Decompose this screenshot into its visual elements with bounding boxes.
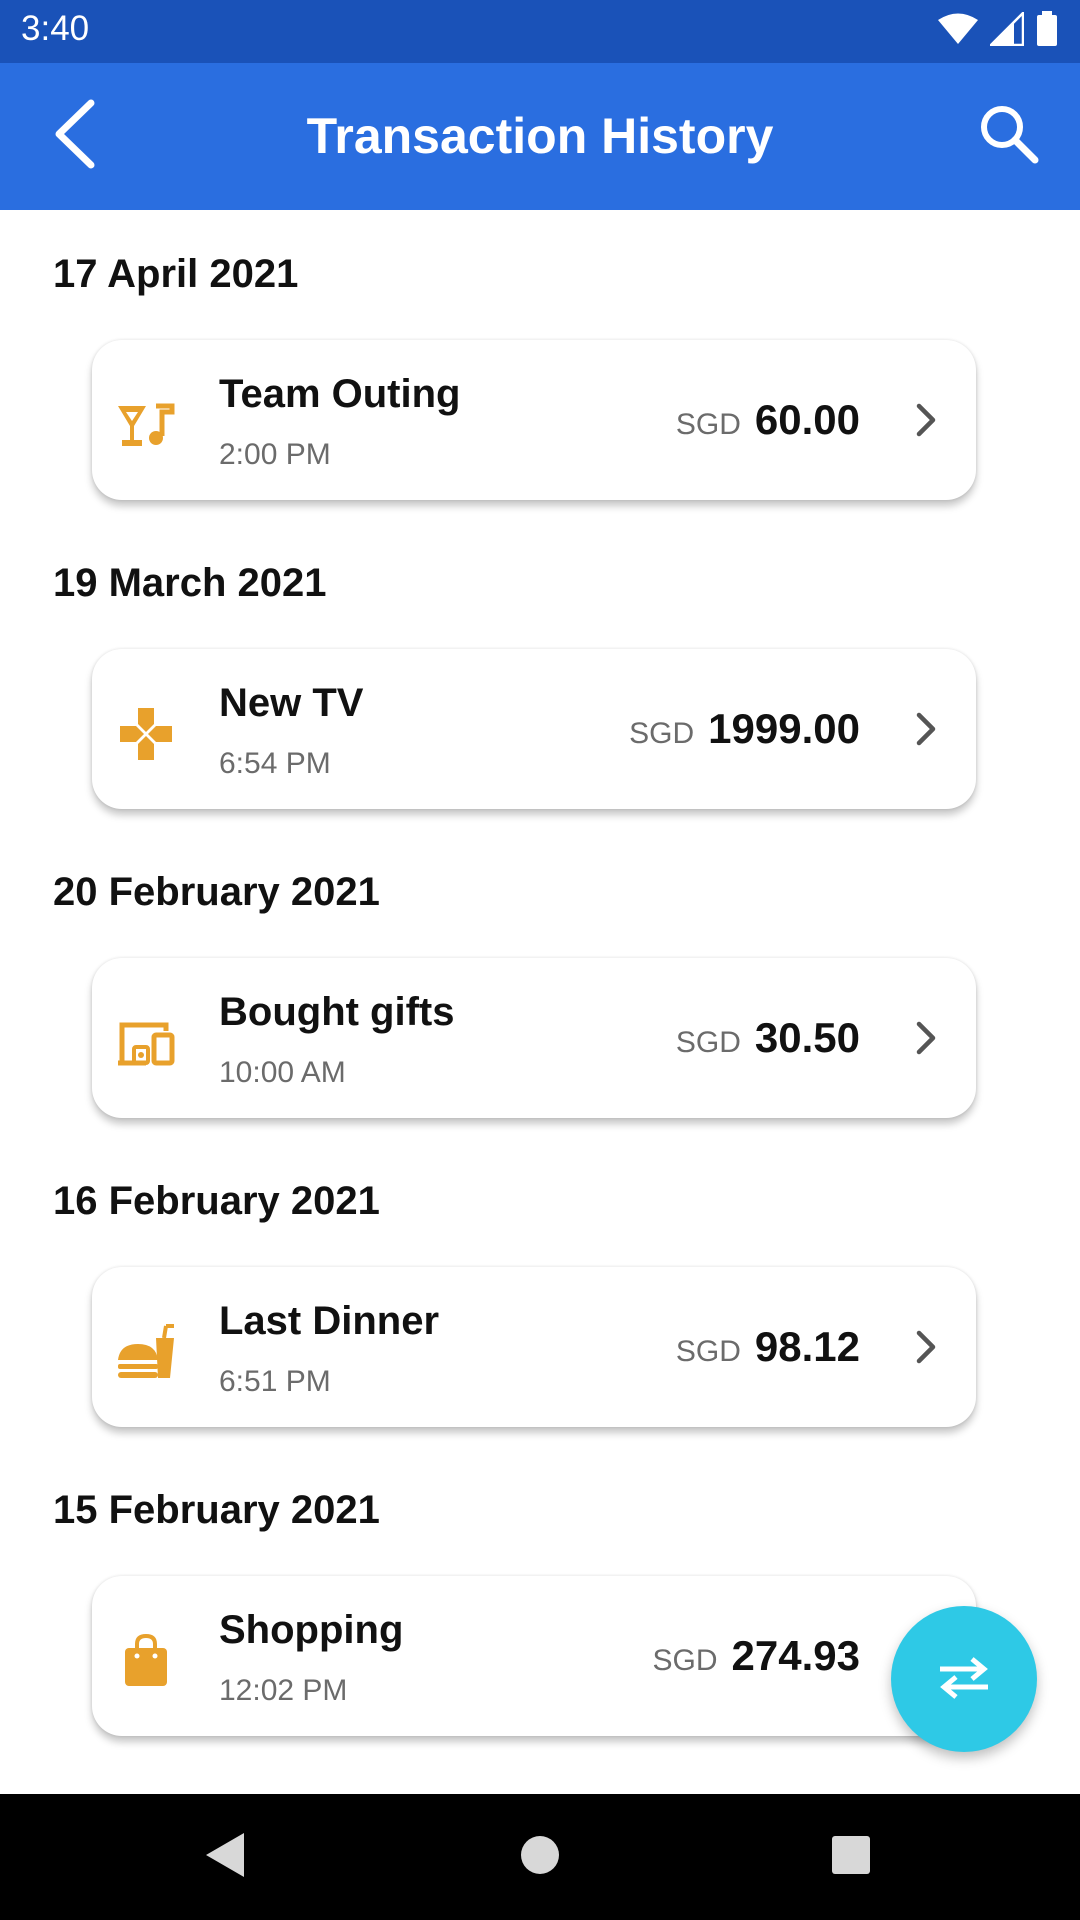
nav-back-button[interactable] — [192, 1824, 258, 1890]
transaction-time: 12:02 PM — [219, 1674, 348, 1707]
battery-icon — [1036, 11, 1058, 51]
amount-value: 60.00 — [754, 396, 860, 443]
transaction-title: Bought gifts — [219, 990, 455, 1034]
transaction-card[interactable]: Team Outing 2:00 PM SGD 60.00 — [92, 340, 976, 500]
transaction-title: Shopping — [219, 1608, 404, 1652]
currency-label: SGD — [652, 1644, 718, 1677]
date-header: 16 February 2021 — [53, 1179, 380, 1223]
search-button[interactable] — [966, 93, 1052, 179]
transaction-amount: SGD 1999.00 — [629, 705, 860, 753]
currency-label: SGD — [629, 717, 695, 750]
chevron-left-icon — [51, 99, 99, 173]
amount-value: 1999.00 — [708, 705, 860, 752]
transaction-card[interactable]: Last Dinner 6:51 PM SGD 98.12 — [92, 1267, 976, 1427]
currency-label: SGD — [675, 1335, 741, 1368]
date-header: 15 February 2021 — [53, 1488, 380, 1532]
back-button[interactable] — [32, 93, 118, 179]
transaction-card[interactable]: Bought gifts 10:00 AM SGD 30.50 — [92, 958, 976, 1118]
transaction-section: 16 February 2021 Last Dinner 6:51 PM SGD… — [0, 1137, 1080, 1446]
nightlife-icon — [116, 395, 176, 455]
transaction-card[interactable]: Shopping 12:02 PM SGD 274.93 — [92, 1576, 976, 1736]
back-triangle-icon — [202, 1831, 248, 1883]
amount-value: 274.93 — [731, 1632, 860, 1679]
gamepad-icon — [116, 704, 176, 764]
transfer-fab[interactable] — [891, 1606, 1037, 1752]
transaction-time: 6:51 PM — [219, 1365, 331, 1398]
shopping-bag-icon — [116, 1631, 176, 1691]
fastfood-icon — [116, 1322, 176, 1382]
swap-horiz-icon — [936, 1655, 992, 1703]
transaction-amount: SGD 60.00 — [676, 396, 860, 444]
app-bar: Transaction History — [0, 63, 1080, 210]
chevron-right-icon — [906, 709, 946, 749]
status-time: 3:40 — [21, 9, 90, 48]
amount-value: 30.50 — [754, 1014, 860, 1061]
home-circle-icon — [519, 1834, 561, 1880]
transaction-section: 19 March 2021 New TV 6:54 PM SGD 1999.00 — [0, 519, 1080, 828]
transaction-list[interactable]: 17 April 2021 Team Outing 2:00 PM SGD 60… — [0, 210, 1080, 1794]
transaction-card[interactable]: New TV 6:54 PM SGD 1999.00 — [92, 649, 976, 809]
transaction-amount: SGD 98.12 — [676, 1323, 860, 1371]
chevron-right-icon — [906, 400, 946, 440]
transaction-time: 10:00 AM — [219, 1056, 346, 1089]
transaction-amount: SGD 30.50 — [676, 1014, 860, 1062]
transaction-time: 6:54 PM — [219, 747, 331, 780]
status-bar: 3:40 — [0, 0, 1080, 63]
page-title: Transaction History — [306, 108, 774, 164]
recents-square-icon — [831, 1835, 871, 1879]
currency-label: SGD — [675, 408, 741, 441]
devices-icon — [116, 1013, 176, 1073]
transaction-title: New TV — [219, 681, 364, 725]
transaction-section: 17 April 2021 Team Outing 2:00 PM SGD 60… — [0, 210, 1080, 519]
transaction-amount: SGD 274.93 — [653, 1632, 860, 1680]
date-header: 20 February 2021 — [53, 870, 380, 914]
nav-recents-button[interactable] — [818, 1824, 884, 1890]
transaction-title: Team Outing — [219, 372, 461, 416]
chevron-right-icon — [906, 1327, 946, 1367]
signal-icon — [987, 9, 1025, 50]
status-icons — [938, 9, 1058, 51]
wifi-icon — [938, 13, 978, 49]
currency-label: SGD — [675, 1026, 741, 1059]
amount-value: 98.12 — [754, 1323, 860, 1370]
date-header: 17 April 2021 — [53, 252, 299, 296]
transaction-section: 20 February 2021 Bought gifts 10:00 AM S… — [0, 828, 1080, 1137]
date-header: 19 March 2021 — [53, 561, 327, 605]
search-icon — [977, 102, 1041, 170]
transaction-title: Last Dinner — [219, 1299, 440, 1343]
transaction-time: 2:00 PM — [219, 438, 331, 471]
nav-home-button[interactable] — [507, 1824, 573, 1890]
chevron-right-icon — [906, 1018, 946, 1058]
system-nav-bar — [0, 1794, 1080, 1920]
